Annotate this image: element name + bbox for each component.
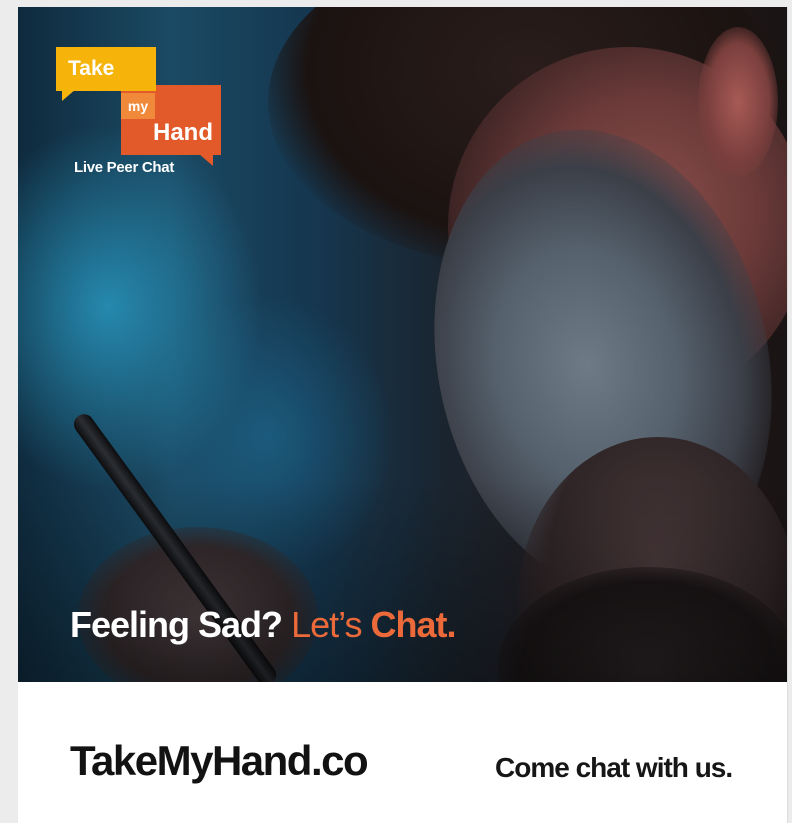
take-my-hand-logo: Hand Take my Live Peer Chat xyxy=(56,47,226,182)
headline: Feeling Sad? Let’s Chat. xyxy=(70,604,456,646)
logo-bubble-my: my xyxy=(121,93,155,119)
footer-bar: TakeMyHand.co Come chat with us. xyxy=(18,682,787,823)
page-frame: Hand Take my Live Peer Chat Feeling Sad?… xyxy=(0,0,792,823)
cta-text: Come chat with us. xyxy=(495,752,733,783)
ad-card: Hand Take my Live Peer Chat Feeling Sad?… xyxy=(18,7,787,823)
logo-bubble-take: Take xyxy=(56,47,156,101)
hero-photo: Hand Take my Live Peer Chat Feeling Sad?… xyxy=(18,7,787,682)
website-link[interactable]: TakeMyHand.co xyxy=(70,737,369,785)
headline-chat: Chat. xyxy=(370,604,456,645)
logo-word-take: Take xyxy=(68,57,115,80)
logo-word-hand: Hand xyxy=(153,119,213,146)
headline-lets: Let’s xyxy=(291,604,371,645)
logo-word-my: my xyxy=(127,98,149,114)
headline-question: Feeling Sad? xyxy=(70,604,283,645)
logo-tagline: Live Peer Chat xyxy=(74,159,175,176)
